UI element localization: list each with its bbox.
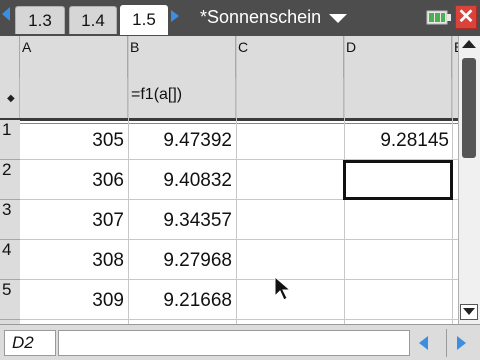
row-number: 5	[2, 280, 12, 299]
row-header[interactable]: 3	[0, 200, 20, 240]
row-number: 4	[2, 240, 12, 259]
cell-reference: D2	[4, 330, 56, 356]
triangle-right-icon[interactable]	[171, 10, 179, 22]
cell-b4[interactable]: 9.27968	[130, 250, 232, 272]
scroll-down-icon	[463, 308, 475, 315]
top-tab-bar: 1.3 1.4 1.5 *Sonnenschein ✕	[0, 0, 480, 36]
row-number: 1	[2, 120, 12, 139]
cell-a4[interactable]: 308	[22, 250, 124, 272]
cell-entry-input[interactable]	[58, 330, 410, 356]
column-header-d[interactable]: D	[344, 36, 452, 78]
cell-a2[interactable]: 306	[22, 170, 124, 192]
cell-a5[interactable]: 309	[22, 290, 124, 312]
scrollbar-thumb[interactable]	[462, 58, 476, 158]
column-header-label: D	[346, 39, 357, 55]
spreadsheet: A B C D E ◆ =f1(a[]) 1 305 9.47392 9.281…	[0, 36, 458, 324]
formula-cell-a[interactable]	[20, 78, 128, 118]
formula-cell-c[interactable]	[236, 78, 344, 118]
mouse-pointer-icon	[274, 276, 292, 301]
row-header[interactable]: 5	[0, 280, 20, 320]
table-row: 1 305 9.47392 9.28145	[0, 120, 458, 160]
column-header-label: A	[22, 39, 32, 55]
document-title[interactable]: *Sonnenschein	[200, 7, 348, 28]
close-icon[interactable]: ✕	[455, 5, 477, 29]
row-divider	[20, 319, 458, 320]
divider	[446, 329, 447, 357]
chevron-down-icon	[329, 13, 348, 23]
triangle-left-icon[interactable]	[2, 7, 10, 21]
table-row: 4 308 9.27968	[0, 240, 458, 280]
battery-icon	[426, 10, 451, 25]
row-header[interactable]: 2	[0, 160, 20, 200]
triangle-left-icon[interactable]	[419, 336, 428, 350]
column-header-a[interactable]: A	[20, 36, 128, 78]
triangle-right-icon[interactable]	[457, 336, 466, 350]
formula-b: =f1(a[])	[131, 86, 183, 103]
scroll-up-icon[interactable]	[462, 40, 476, 48]
cell-b5[interactable]: 9.21668	[130, 290, 232, 312]
cell-b3[interactable]: 9.34357	[130, 210, 232, 232]
cell-a1[interactable]: 305	[22, 130, 124, 152]
row-header[interactable]: 4	[0, 240, 20, 280]
table-row: 3 307 9.34357	[0, 200, 458, 240]
column-header-c[interactable]: C	[236, 36, 344, 78]
scroll-down-button[interactable]	[460, 304, 478, 320]
vertical-scrollbar[interactable]	[458, 36, 480, 324]
tab-1-4[interactable]: 1.4	[69, 6, 117, 34]
formula-row: ◆ =f1(a[])	[0, 78, 458, 118]
table-row: 5 309 9.21668	[0, 280, 458, 320]
formula-cell-d[interactable]	[344, 78, 452, 118]
column-header-label: C	[238, 39, 249, 55]
diamond-icon: ◆	[7, 93, 15, 104]
cell-b1[interactable]: 9.47392	[130, 130, 232, 152]
column-header-b[interactable]: B	[128, 36, 236, 78]
entry-line: D2	[0, 324, 480, 360]
cell-a3[interactable]: 307	[22, 210, 124, 232]
tab-1-5[interactable]: 1.5	[120, 5, 168, 35]
document-title-text: *Sonnenschein	[200, 7, 322, 27]
column-header-label: B	[130, 39, 140, 55]
selected-cell-outline[interactable]	[343, 160, 453, 200]
row-number: 2	[2, 160, 12, 179]
cell-d1[interactable]: 9.28145	[346, 130, 449, 152]
tab-1-3[interactable]: 1.3	[15, 6, 65, 34]
cell-b2[interactable]: 9.40832	[130, 170, 232, 192]
row-number: 3	[2, 200, 12, 219]
corner-cell	[0, 36, 20, 78]
row-header[interactable]: 1	[0, 120, 20, 160]
